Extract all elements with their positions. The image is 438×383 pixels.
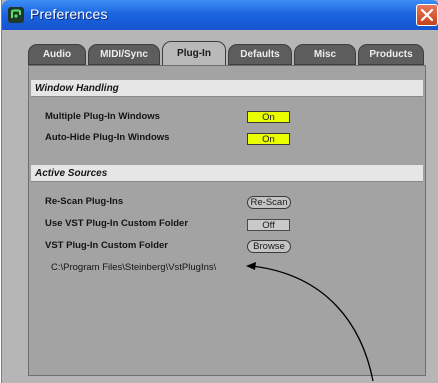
custom-folder-label: VST Plug-In Custom Folder	[45, 240, 168, 251]
plug-in-panel: Window Handling Multiple Plug-In Windows…	[28, 65, 426, 376]
live-app-icon	[8, 7, 24, 23]
tab-defaults[interactable]: Defaults	[228, 44, 292, 65]
title-bar[interactable]: Preferences	[2, 0, 438, 30]
auto-hide-label: Auto-Hide Plug-In Windows	[45, 132, 170, 143]
tab-midi-sync[interactable]: MIDI/Sync	[88, 44, 160, 65]
window-handling-header: Window Handling	[31, 80, 423, 97]
tab-products[interactable]: Products	[358, 44, 424, 65]
multiple-windows-label: Multiple Plug-In Windows	[45, 111, 160, 122]
browse-button[interactable]: Browse	[247, 240, 291, 253]
tab-misc[interactable]: Misc	[294, 44, 356, 65]
use-custom-folder-label: Use VST Plug-In Custom Folder	[45, 218, 189, 229]
tab-plug-in[interactable]: Plug-In	[162, 41, 226, 65]
close-button[interactable]	[416, 4, 438, 26]
tab-audio[interactable]: Audio	[28, 44, 86, 65]
custom-folder-path: C:\Program Files\Steinberg\VstPlugIns\	[51, 262, 217, 273]
window-title: Preferences	[30, 6, 108, 22]
auto-hide-toggle[interactable]: On	[247, 133, 290, 145]
close-icon	[420, 8, 434, 22]
rescan-label: Re-Scan Plug-Ins	[45, 196, 124, 207]
rescan-button[interactable]: Re-Scan	[247, 196, 291, 209]
use-custom-folder-toggle[interactable]: Off	[247, 219, 290, 231]
multiple-windows-toggle[interactable]: On	[247, 111, 290, 123]
active-sources-header: Active Sources	[31, 165, 423, 182]
preferences-window: Preferences Audio MIDI/Sync Plug-In Defa…	[1, 0, 438, 383]
